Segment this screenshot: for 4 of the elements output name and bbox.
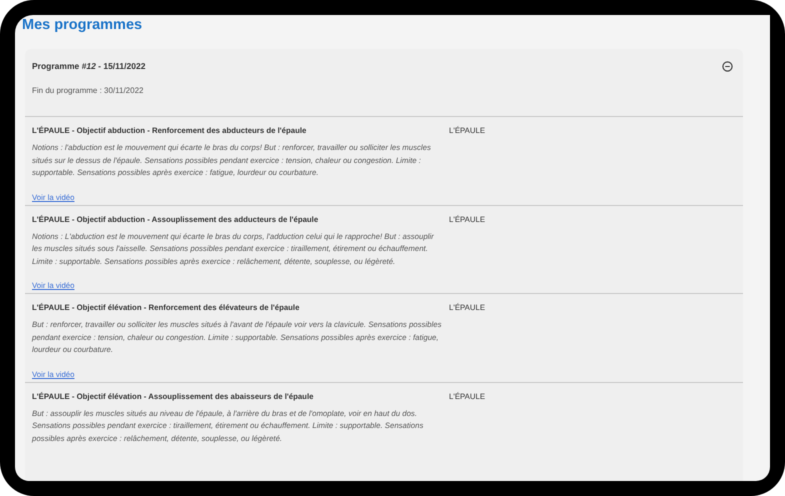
program-title: Programme #12 - 15/11/2022	[32, 61, 146, 71]
end-date: Fin du programme : 30/11/2022	[32, 86, 144, 95]
page-title: Mes programmes	[22, 16, 144, 34]
collapse-button[interactable]	[722, 60, 733, 72]
